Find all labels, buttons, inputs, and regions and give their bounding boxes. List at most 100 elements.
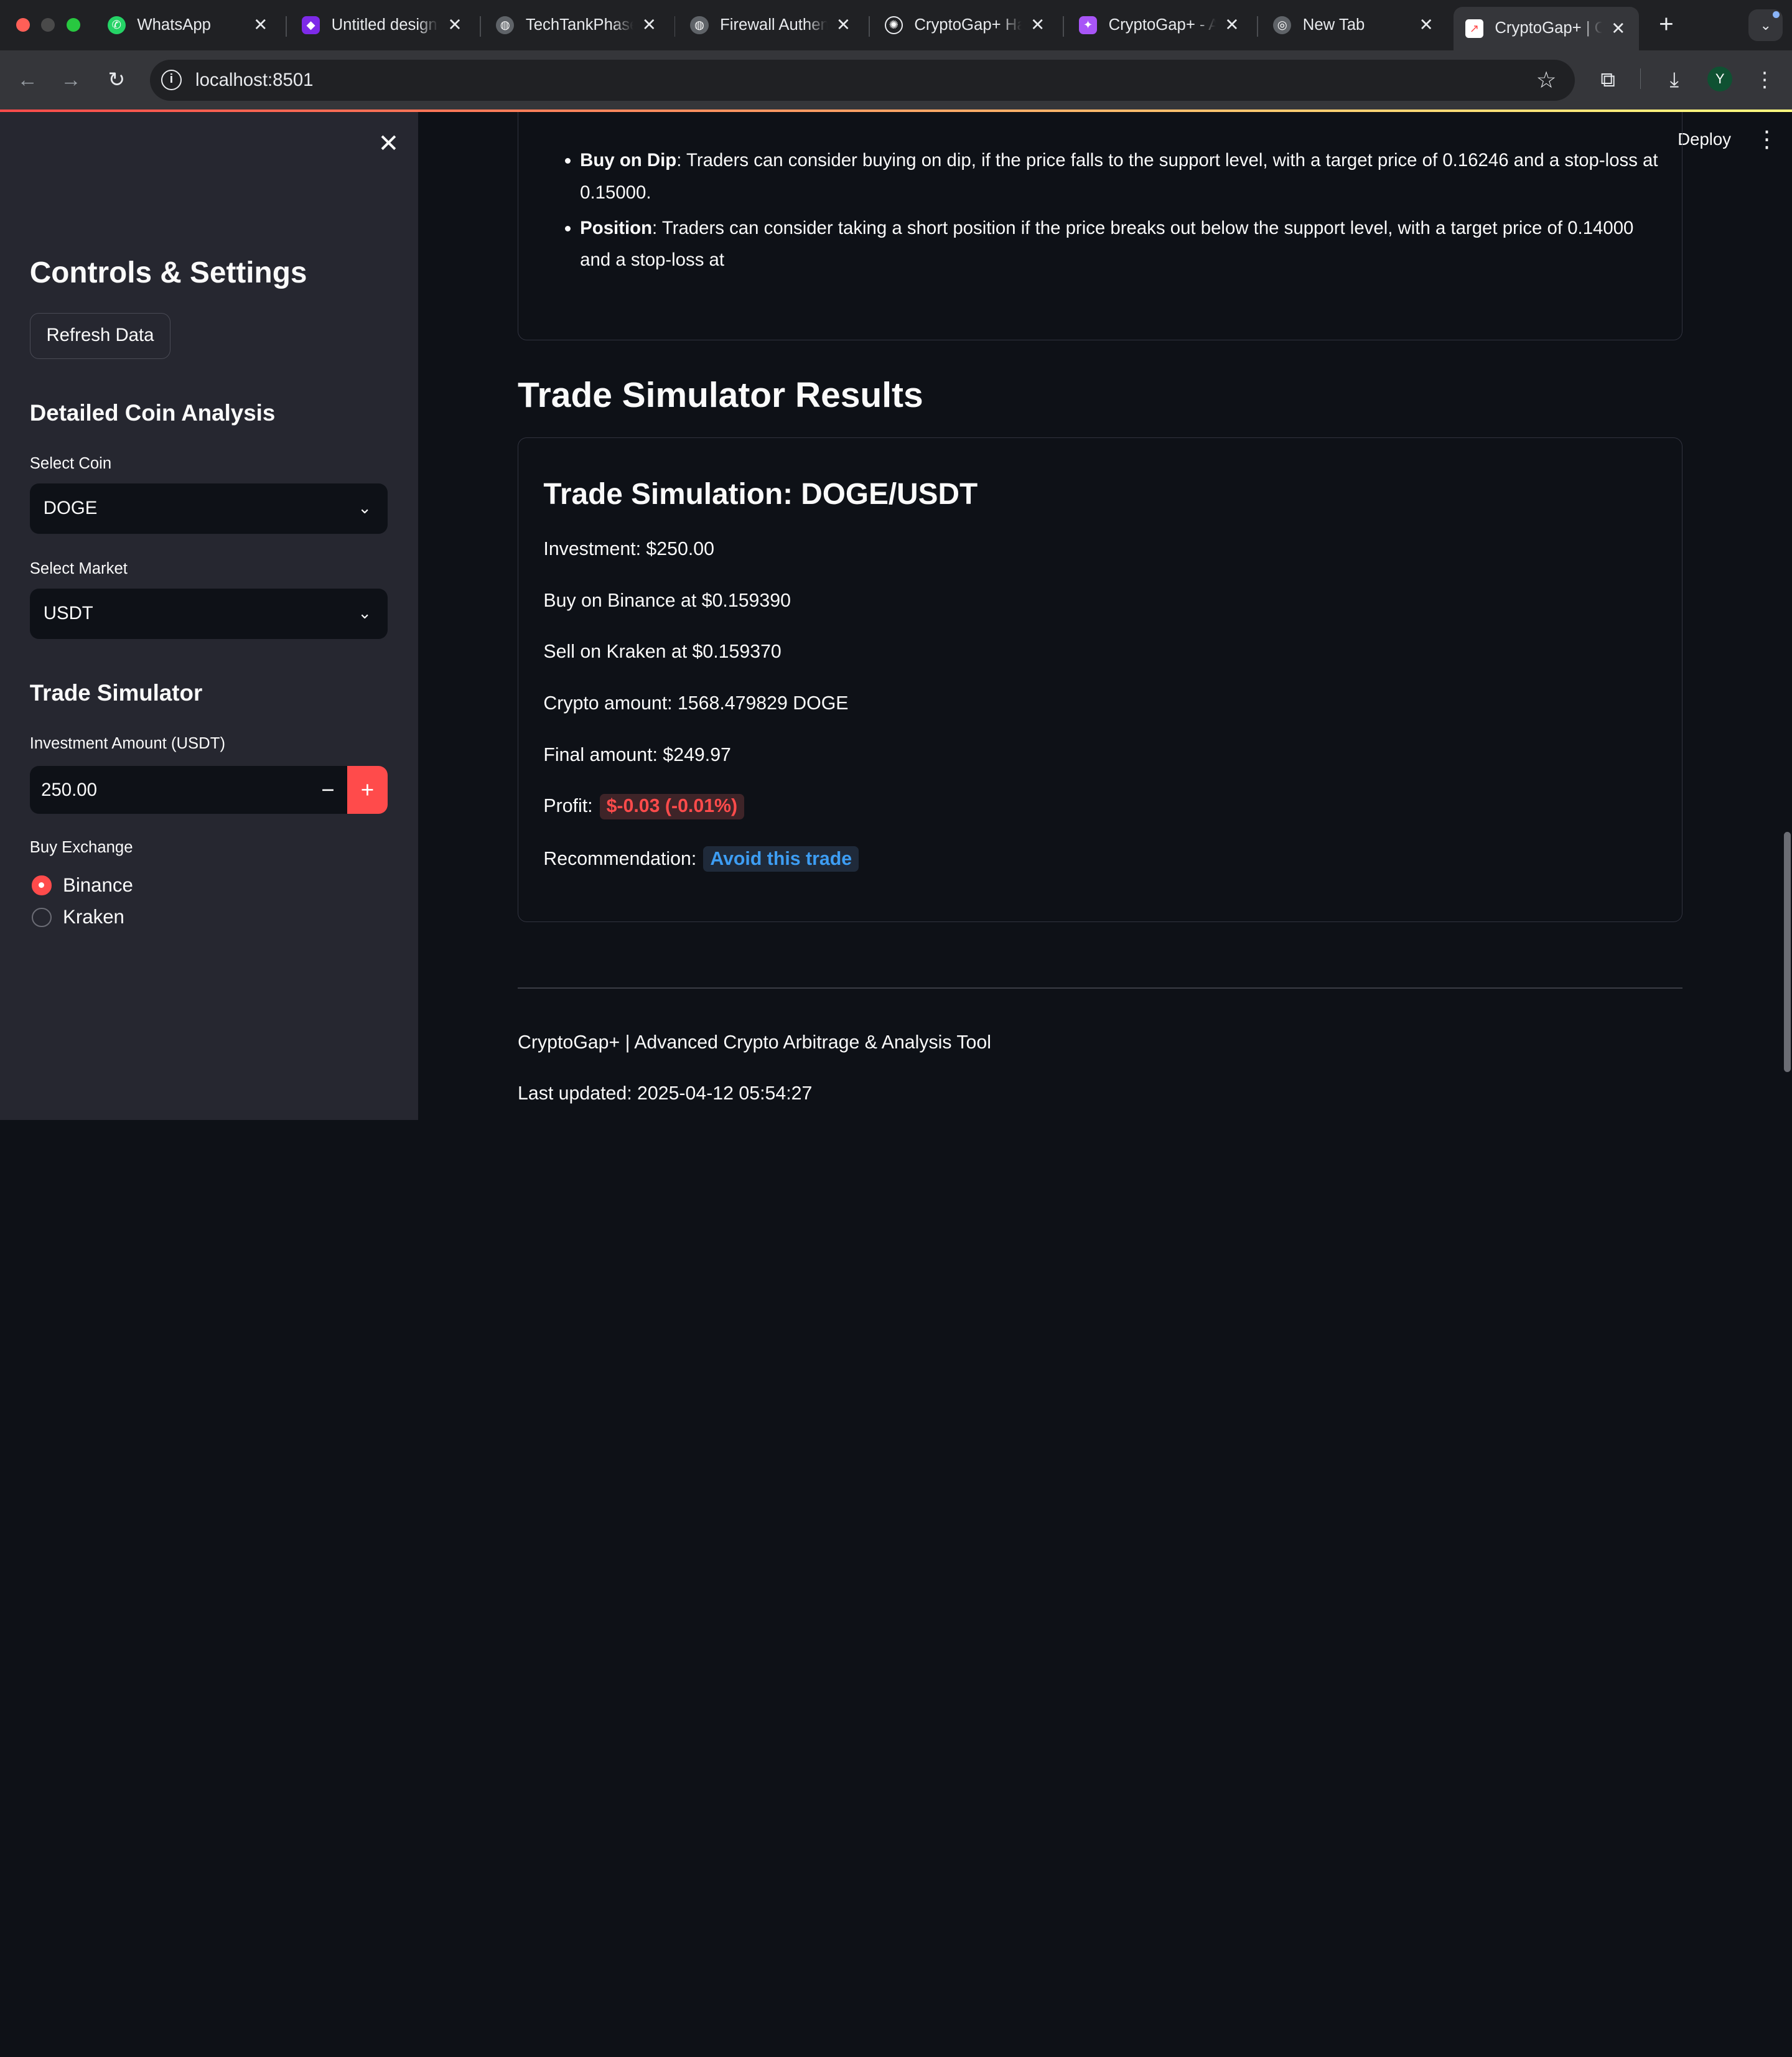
footer-last-updated: Last updated: 2025-04-12 05:54:27 [518, 1083, 813, 1104]
whatsapp-icon: ✆ [107, 16, 126, 35]
browser-tab-untitled-design[interactable]: ◆ Untitled design ✕ [291, 7, 476, 44]
browser-tab-cryptogap-ha[interactable]: ✺ CryptoGap+ Ha ✕ [873, 7, 1058, 44]
globe-icon: ◍ [690, 16, 709, 35]
bullet-text: : Traders can consider buying on dip, if… [580, 150, 1658, 203]
scrollbar-thumb[interactable] [1784, 832, 1791, 1072]
browser-tab-techtankphase[interactable]: ◍ TechTankPhase ✕ [485, 7, 670, 44]
bullet-label: Position [580, 217, 653, 238]
coin-select-value: DOGE [43, 497, 98, 518]
bullet-text: : Traders can consider taking a short po… [580, 217, 1634, 271]
tab-title: New Tab [1302, 16, 1365, 34]
close-sidebar-icon[interactable]: ✕ [375, 128, 402, 158]
tab-title: Untitled design [331, 16, 437, 34]
profile-avatar[interactable]: Y [1707, 66, 1733, 91]
simulation-heading: Trade Simulation: DOGE/USDT [543, 477, 978, 511]
close-icon[interactable]: ✕ [1029, 15, 1047, 35]
bullet-label: Buy on Dip [580, 150, 677, 171]
claude-icon: ✦ [1078, 16, 1098, 35]
investment-amount-label: Investment Amount (USDT) [29, 734, 225, 752]
tab-title: CryptoGap+ | C [1495, 19, 1603, 37]
close-icon[interactable]: ✕ [1223, 15, 1241, 35]
detailed-analysis-heading: Detailed Coin Analysis [29, 399, 276, 426]
browser-window: ✆ WhatsApp ✕ ◆ Untitled design ✕ ◍ TechT… [0, 0, 1792, 1120]
decrement-button[interactable]: − [309, 766, 347, 814]
results-heading: Trade Simulator Results [518, 375, 923, 416]
buy-exchange-label: Buy Exchange [29, 839, 133, 857]
tab-strip: ✆ WhatsApp ✕ ◆ Untitled design ✕ ◍ TechT… [0, 0, 1792, 50]
radio-label: Kraken [63, 906, 124, 928]
address-bar[interactable]: i localhost:8501 ☆ [149, 59, 1575, 101]
analysis-bullets: Buy on Dip: Traders can consider buying … [580, 144, 1666, 279]
select-coin-label: Select Coin [29, 454, 112, 472]
deploy-button[interactable]: Deploy [1678, 129, 1731, 149]
sell-line: Sell on Kraken at $0.159370 [543, 641, 782, 663]
trade-simulator-heading: Trade Simulator [29, 679, 203, 706]
browser-tab-new-tab[interactable]: ◎ New Tab ✕ [1262, 7, 1447, 44]
radio-label: Binance [63, 874, 133, 897]
final-amount-line: Final amount: $249.97 [543, 744, 731, 765]
analysis-card: Buy on Dip: Traders can consider buying … [518, 111, 1682, 341]
browser-toolbar: ← → ↻ i localhost:8501 ☆ ⧉ ⤓ ⋮ [0, 50, 1792, 110]
market-select-value: USDT [43, 602, 93, 623]
radio-unselected-icon[interactable] [32, 907, 52, 928]
canva-icon: ◆ [301, 16, 320, 35]
investment-line: Investment: $250.00 [543, 539, 714, 560]
sidebar-title: Controls & Settings [29, 256, 307, 290]
chevron-down-icon: ⌄ [358, 604, 371, 622]
chart-icon: ↗ [1465, 19, 1484, 38]
maximize-window-button[interactable] [66, 18, 80, 32]
investment-amount-input[interactable]: 250.00 − + [29, 765, 388, 814]
market-select[interactable]: USDT ⌄ [29, 588, 388, 639]
radio-kraken[interactable]: Kraken [32, 906, 124, 928]
new-tab-button[interactable]: + [1653, 11, 1680, 39]
refresh-data-button[interactable]: Refresh Data [29, 313, 171, 359]
close-icon[interactable]: ✕ [1417, 15, 1435, 35]
minimize-window-button[interactable] [41, 18, 55, 32]
tab-title: CryptoGap+ Ha [914, 16, 1022, 34]
investment-amount-value[interactable]: 250.00 [41, 766, 97, 814]
profit-badge: $-0.03 (-0.01%) [599, 793, 745, 819]
profit-label: Profit: [543, 796, 593, 817]
list-item: Buy on Dip: Traders can consider buying … [580, 144, 1666, 208]
radio-binance[interactable]: Binance [32, 874, 133, 897]
globe-icon: ◍ [496, 16, 515, 35]
url-text[interactable]: localhost:8501 [195, 70, 313, 91]
bookmark-star-icon[interactable]: ☆ [1536, 67, 1557, 93]
browser-tab-cryptogap-a[interactable]: ✦ CryptoGap+ - A ✕ [1067, 7, 1253, 44]
radio-selected-icon[interactable] [32, 875, 52, 895]
close-icon[interactable]: ✕ [1609, 19, 1627, 39]
profit-line: Profit: $-0.03 (-0.01%) [543, 793, 745, 819]
download-icon[interactable]: ⤓ [1659, 65, 1689, 95]
coin-select[interactable]: DOGE ⌄ [29, 483, 388, 534]
reload-icon[interactable]: ↻ [101, 64, 133, 96]
back-icon[interactable]: ← [11, 64, 43, 96]
browser-tab-cryptogap-active[interactable]: ↗ CryptoGap+ | C ✕ [1454, 7, 1639, 50]
tab-title: Firewall Authen [720, 16, 828, 34]
recommendation-line: Recommendation: Avoid this trade [543, 846, 859, 872]
close-icon[interactable]: ✕ [446, 15, 464, 35]
select-market-label: Select Market [29, 559, 128, 577]
close-icon[interactable]: ✕ [251, 15, 269, 35]
chevron-down-icon: ⌄ [358, 499, 371, 517]
footer-tagline: CryptoGap+ | Advanced Crypto Arbitrage &… [518, 1032, 991, 1053]
extensions-icon[interactable]: ⧉ [1593, 65, 1623, 95]
browser-tab-whatsapp[interactable]: ✆ WhatsApp ✕ [96, 7, 281, 44]
tab-title: WhatsApp [137, 16, 211, 34]
buy-line: Buy on Binance at $0.159390 [543, 590, 791, 611]
close-icon[interactable]: ✕ [834, 15, 852, 35]
divider [518, 987, 1682, 989]
chrome-menu-icon[interactable]: ⋮ [1750, 65, 1780, 95]
close-window-button[interactable] [16, 18, 30, 32]
list-item: Position: Traders can consider taking a … [580, 212, 1666, 276]
recommendation-badge: Avoid this trade [703, 846, 859, 872]
tab-title: CryptoGap+ - A [1108, 16, 1216, 34]
browser-tab-firewall[interactable]: ◍ Firewall Authen ✕ [679, 7, 864, 44]
recommendation-label: Recommendation: [543, 848, 697, 869]
site-info-icon[interactable]: i [161, 70, 182, 91]
close-icon[interactable]: ✕ [640, 15, 658, 35]
tab-search-button[interactable]: ⌄ [1748, 9, 1783, 42]
forward-icon[interactable]: → [55, 64, 86, 96]
main-menu-icon[interactable]: ⋮ [1755, 126, 1778, 152]
increment-button[interactable]: + [347, 765, 388, 814]
trade-simulation-card: Trade Simulation: DOGE/USDT Investment: … [518, 437, 1682, 923]
